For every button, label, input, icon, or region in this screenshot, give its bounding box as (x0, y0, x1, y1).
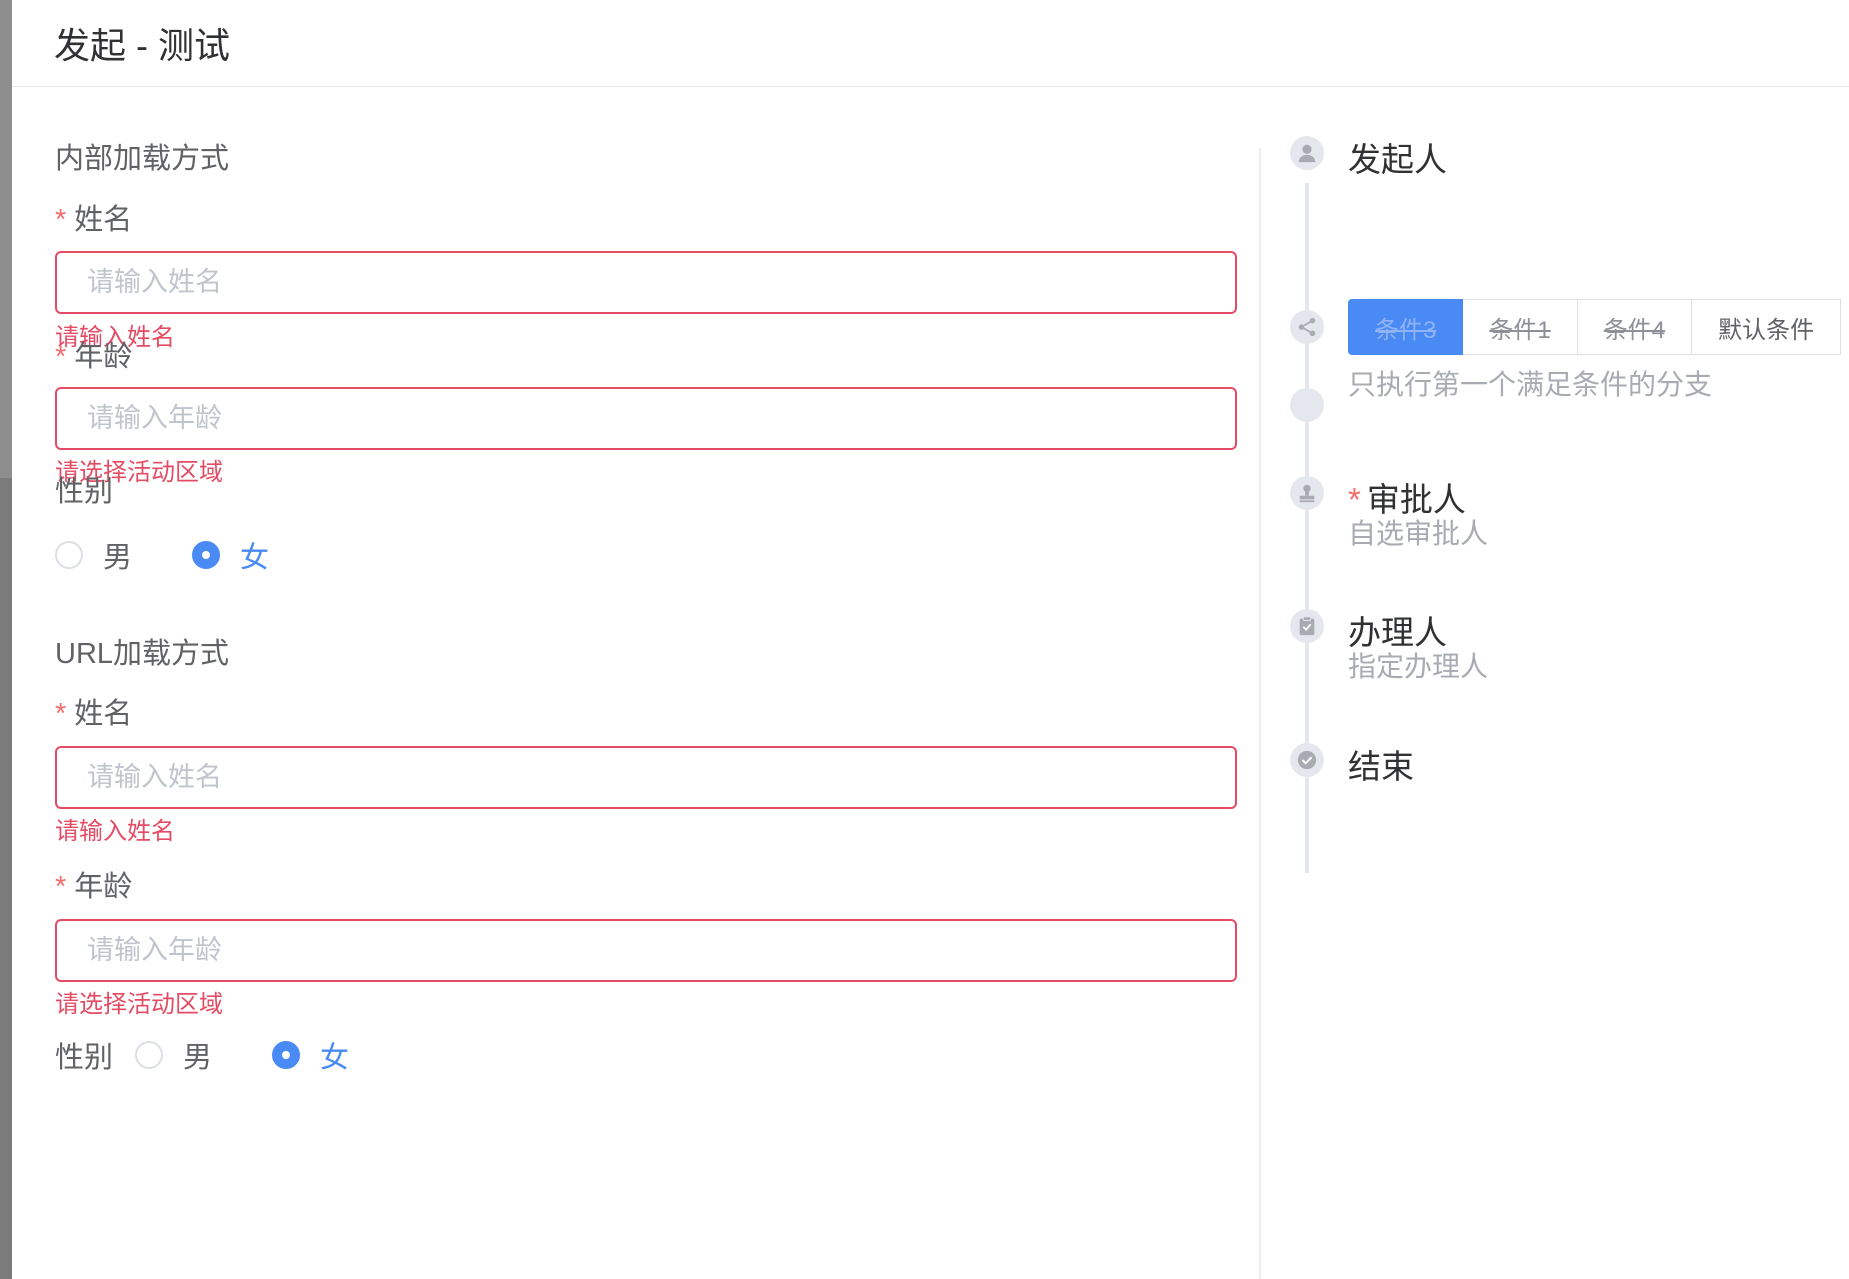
stamp-icon-spacer (1290, 388, 1324, 422)
url-name-input[interactable] (55, 746, 1237, 809)
process-timeline: 发起人 条件3 条件1 条件4 默认条件 只执行第一个满足条件的分支 * 审批人… (1261, 88, 1849, 1279)
internal-age-label: * 年龄 (55, 333, 132, 375)
radio-label: 女 (320, 1042, 350, 1074)
condition-tab-2[interactable]: 条件1 (1463, 299, 1578, 355)
condition-tab-1[interactable]: 条件3 (1348, 299, 1464, 355)
radio-circle (135, 1041, 164, 1069)
clipboard-check-icon (1290, 609, 1324, 643)
stamp-icon (1290, 476, 1324, 510)
condition-tab-label: 条件4 (1603, 316, 1666, 344)
share-icon (1290, 310, 1324, 344)
url-gender-label: 性别 (55, 1042, 114, 1074)
internal-age-label-text: 年龄 (74, 341, 133, 373)
url-age-input[interactable] (55, 919, 1237, 982)
url-age-label-text: 年龄 (74, 871, 133, 903)
backdrop-top (0, 0, 12, 478)
page: 发起 - 测试 内部加载方式 *姓名 请输入姓名 *年龄 请选择活动区域 性别 … (0, 0, 1849, 1279)
url-gender-female-radio[interactable]: 女 (272, 1034, 349, 1076)
condition-tab-3[interactable]: 条件4 (1577, 299, 1693, 355)
backdrop-bottom (0, 478, 12, 1279)
radio-label: 女 (240, 542, 270, 574)
condition-hint: 只执行第一个满足条件的分支 (1348, 369, 1713, 400)
dialog-header: 发起 - 测试 (12, 0, 1849, 87)
internal-gender-radio-group: 男 女 (55, 534, 329, 576)
timeline-approver-sub: 自选审批人 (1348, 518, 1489, 549)
required-mark: * (55, 204, 67, 236)
required-mark: * (55, 698, 67, 730)
required-mark: * (55, 871, 67, 903)
radio-circle (55, 541, 83, 569)
url-age-error: 请选择活动区域 (55, 991, 223, 1018)
check-circle-icon (1290, 743, 1324, 777)
internal-section-title: 内部加载方式 (55, 143, 230, 175)
internal-name-label-text: 姓名 (74, 204, 133, 236)
timeline-end-title: 结束 (1348, 748, 1414, 785)
internal-gender-female-radio[interactable]: 女 (192, 534, 269, 576)
form-pane: 内部加载方式 *姓名 请输入姓名 *年龄 请选择活动区域 性别 男 女 (12, 88, 1259, 1279)
url-name-error: 请输入姓名 (55, 818, 175, 845)
condition-tab-label: 默认条件 (1718, 316, 1815, 344)
condition-tab-default[interactable]: 默认条件 (1692, 299, 1842, 355)
url-section-title: URL加载方式 (55, 638, 230, 670)
user-icon (1290, 136, 1324, 170)
condition-tab-label: 条件3 (1375, 316, 1437, 344)
timeline-initiator-title: 发起人 (1348, 141, 1447, 178)
required-mark: * (55, 341, 67, 373)
condition-tabs: 条件3 条件1 条件4 默认条件 (1348, 299, 1842, 355)
url-gender-male-radio[interactable]: 男 (135, 1034, 212, 1076)
url-name-label: * 姓名 (55, 690, 132, 732)
internal-name-input[interactable] (55, 251, 1237, 314)
url-gender-row: 性别 男 女 (55, 1034, 409, 1076)
internal-name-label: * 姓名 (55, 196, 132, 238)
internal-gender-label: 性别 (55, 476, 114, 508)
url-age-label: * 年龄 (55, 863, 132, 905)
internal-age-input[interactable] (55, 387, 1237, 450)
dialog: 发起 - 测试 内部加载方式 *姓名 请输入姓名 *年龄 请选择活动区域 性别 … (12, 0, 1849, 1279)
internal-gender-male-radio[interactable]: 男 (55, 534, 132, 576)
radio-circle-checked (192, 541, 221, 569)
radio-label: 男 (103, 542, 133, 574)
radio-label: 男 (183, 1042, 213, 1074)
dialog-title: 发起 - 测试 (54, 25, 230, 66)
condition-tab-label: 条件1 (1489, 316, 1551, 344)
radio-circle-checked (272, 1041, 301, 1069)
url-name-label-text: 姓名 (74, 698, 133, 730)
timeline-handler-sub: 指定办理人 (1348, 651, 1489, 682)
